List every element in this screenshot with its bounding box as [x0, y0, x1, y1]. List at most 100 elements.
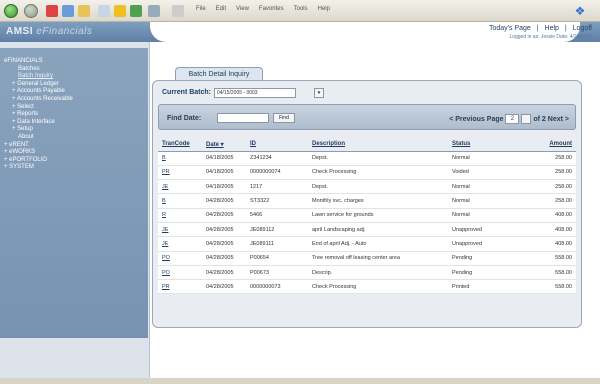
table-row[interactable]: PO 04/28/2005 P00673 Descrip. Pending 558.00: [158, 265, 576, 281]
browser-status-bar: [0, 378, 600, 384]
browser-menu: File Edit View Favorites Tools Help: [196, 6, 330, 12]
todays-page-link[interactable]: Today's Page: [489, 25, 531, 32]
stop-icon[interactable]: [46, 5, 58, 17]
cell-id: P00673: [246, 265, 308, 281]
sidebar-item[interactable]: Batch Inquiry: [0, 73, 148, 80]
cell-trancode[interactable]: R: [158, 208, 202, 223]
cell-description: april Landscaping adj.: [308, 222, 448, 238]
forward-icon[interactable]: [24, 4, 38, 18]
menu-view[interactable]: View: [236, 6, 249, 12]
column-header-date[interactable]: Date ▾: [202, 138, 246, 152]
cell-status: Voided: [448, 165, 514, 181]
column-header-id[interactable]: ID: [246, 138, 308, 152]
sidebar-item[interactable]: eFINANCIALS: [0, 58, 148, 65]
sidebar-item[interactable]: + Accounts Receivable: [0, 96, 148, 103]
cell-id: ST3322: [246, 193, 308, 209]
page-count: of 2: [533, 115, 546, 123]
menu-favorites[interactable]: Favorites: [259, 6, 284, 12]
sidebar-item[interactable]: + eRENT: [0, 142, 148, 149]
cell-description: Tree removal off leasing center area: [308, 251, 448, 266]
page-label: Page: [486, 115, 504, 123]
home-icon[interactable]: [78, 5, 90, 17]
sidebar-item[interactable]: + Accounts Payable: [0, 88, 148, 95]
column-header-amount[interactable]: Amount: [514, 138, 576, 152]
logoff-link[interactable]: Logoff: [573, 25, 592, 32]
column-header-trancode[interactable]: TranCode: [158, 138, 202, 152]
cell-amount: 408.00: [514, 222, 576, 238]
tab-batch-detail-inquiry[interactable]: Batch Detail Inquiry: [175, 67, 263, 81]
cell-date: 04/18/2005: [202, 151, 246, 166]
find-button[interactable]: Find: [273, 113, 295, 123]
cell-status: Pending: [448, 251, 514, 266]
sidebar-item[interactable]: + Reports: [0, 111, 148, 118]
table-row[interactable]: JE 04/18/2005 1217 Depst. Normal 258.00: [158, 179, 576, 195]
cell-trancode[interactable]: PO: [158, 265, 202, 281]
sidebar-item[interactable]: + Select: [0, 104, 148, 111]
logged-in-info: Logged in as: Jessie Date: 4/29/2005: [509, 34, 592, 40]
batch-detail-table: TranCode Date ▾ ID Description Status Am…: [158, 138, 576, 295]
cell-status: Normal: [448, 179, 514, 195]
chevron-down-icon[interactable]: ▾: [314, 88, 324, 98]
cell-description: End of april Adj. - Auto: [308, 236, 448, 252]
sidebar-item[interactable]: + eWORKS: [0, 149, 148, 156]
table-row[interactable]: R 04/28/2005 5466 Lawn service for grounds N…: [158, 208, 576, 223]
table-row[interactable]: PR 04/18/2005 0000000074 Check Processing Vo…: [158, 165, 576, 181]
cell-date: 04/28/2005: [202, 279, 246, 295]
cell-amount: 258.00: [514, 151, 576, 166]
table-row[interactable]: JE 04/28/2005 JE089111 End of april Adj. - …: [158, 236, 576, 252]
cell-status: Unapproved: [448, 222, 514, 238]
menu-edit[interactable]: Edit: [216, 6, 226, 12]
cell-date: 04/18/2005: [202, 165, 246, 181]
find-date-input[interactable]: [217, 113, 269, 123]
cell-trancode[interactable]: PO: [158, 251, 202, 266]
table-row[interactable]: B 04/28/2005 ST3322 Monthly svc. charges Nor…: [158, 193, 576, 209]
cell-trancode[interactable]: B: [158, 193, 202, 209]
back-icon[interactable]: [4, 4, 18, 18]
next-page-link[interactable]: Next >: [548, 116, 569, 123]
table-row[interactable]: B 04/18/2005 Z341234 Depst. Normal 258.00: [158, 151, 576, 166]
cell-trancode[interactable]: JE: [158, 236, 202, 252]
cell-id: Z341234: [246, 151, 308, 166]
cell-id: 0000000074: [246, 165, 308, 181]
print-icon[interactable]: [172, 5, 184, 17]
sidebar-item[interactable]: + Setup: [0, 126, 148, 133]
column-header-description[interactable]: Description: [308, 138, 448, 152]
cell-amount: 258.00: [514, 193, 576, 209]
current-batch-select[interactable]: 04/15/2005 - 0003: [214, 88, 296, 98]
history-icon[interactable]: [130, 5, 142, 17]
help-link[interactable]: Help: [545, 25, 559, 32]
sidebar-item[interactable]: + Data Interface: [0, 119, 148, 126]
page-number-input[interactable]: 2: [505, 114, 520, 124]
mail-icon[interactable]: [148, 5, 160, 17]
cell-description: Monthly svc. charges: [308, 193, 448, 209]
menu-help[interactable]: Help: [318, 6, 330, 12]
sidebar-item[interactable]: + SYSTEM: [0, 164, 148, 171]
cell-description: Depst.: [308, 151, 448, 166]
page-go-button[interactable]: [521, 114, 532, 124]
find-date-label: Find Date:: [167, 115, 202, 122]
cell-trancode[interactable]: PR: [158, 165, 202, 181]
table-header-row: TranCode Date ▾ ID Description Status Am…: [158, 138, 576, 152]
cell-trancode[interactable]: JE: [158, 179, 202, 195]
cell-trancode[interactable]: JE: [158, 222, 202, 238]
cell-amount: 558.00: [514, 279, 576, 295]
menu-tools[interactable]: Tools: [294, 6, 308, 12]
menu-file[interactable]: File: [196, 6, 206, 12]
table-row[interactable]: JE 04/28/2005 JE089112 april Landscaping ad…: [158, 222, 576, 238]
sidebar-item[interactable]: Batches: [0, 66, 148, 73]
sidebar-item[interactable]: About: [0, 134, 148, 141]
sidebar-item[interactable]: + ePORTFOLIO: [0, 157, 148, 164]
search-icon[interactable]: [98, 5, 110, 17]
refresh-icon[interactable]: [62, 5, 74, 17]
sidebar-item[interactable]: + General Ledger: [0, 81, 148, 88]
table-row[interactable]: PR 04/28/2005 0000000073 Check Processing Pr…: [158, 279, 576, 295]
cell-id: 1217: [246, 179, 308, 195]
cell-description: Lawn service for grounds: [308, 208, 448, 223]
cell-trancode[interactable]: B: [158, 151, 202, 166]
table-row[interactable]: PO 04/28/2005 P00654 Tree removal off leasi…: [158, 251, 576, 266]
cell-trancode[interactable]: PR: [158, 279, 202, 295]
previous-page-link[interactable]: < Previous: [449, 116, 485, 123]
cell-date: 04/28/2005: [202, 236, 246, 252]
favorites-icon[interactable]: [114, 5, 126, 17]
column-header-status[interactable]: Status: [448, 138, 514, 152]
